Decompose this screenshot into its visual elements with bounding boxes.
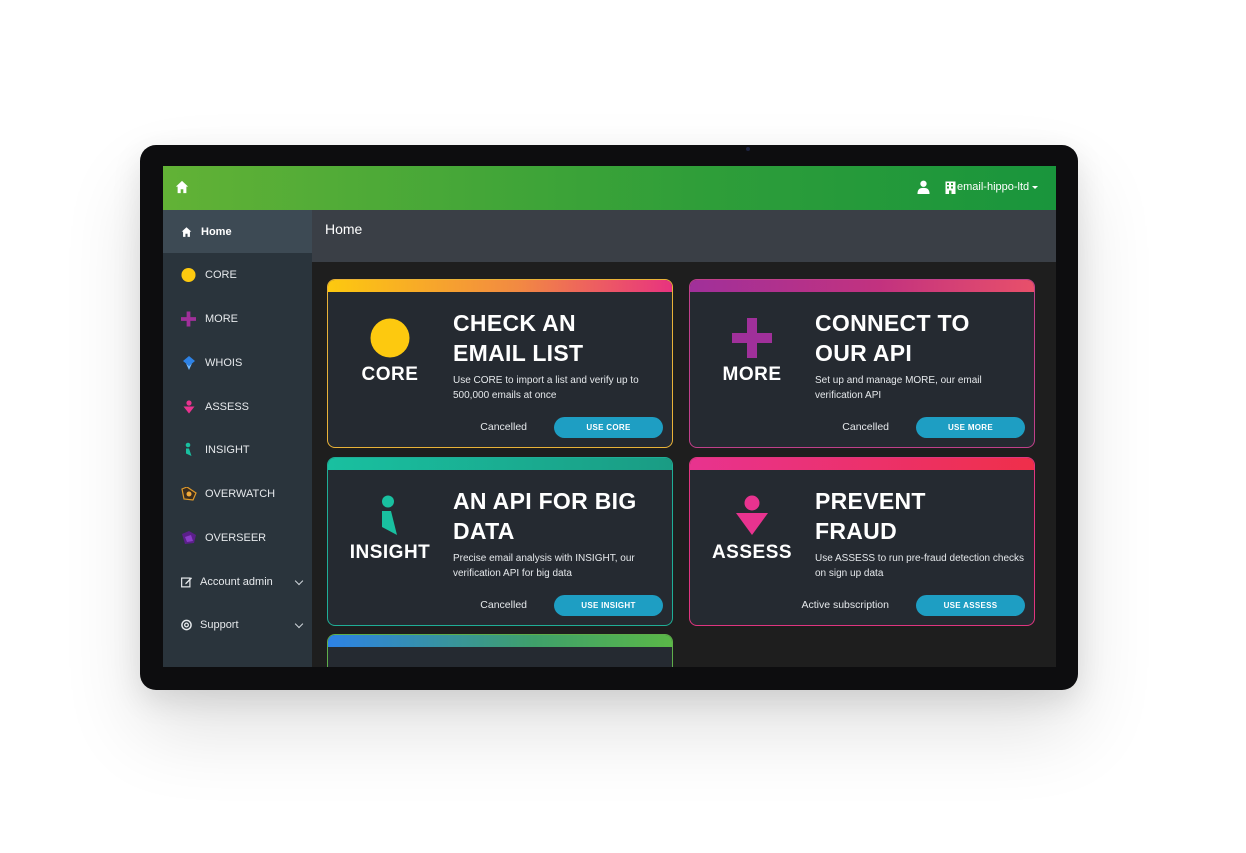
chevron-down-icon — [294, 576, 304, 586]
subscription-status: Cancelled — [480, 599, 527, 611]
card-heading-line: CONNECT TO — [815, 310, 970, 336]
sidebar-item-overseer[interactable]: OVERSEER — [163, 516, 312, 559]
card-more: MORE CONNECT TO OUR API Set up and manag… — [689, 279, 1035, 448]
sidebar-item-account-admin[interactable]: Account admin — [163, 560, 312, 603]
building-icon — [945, 181, 956, 194]
card-description: Precise email analysis with INSIGHT, our… — [453, 553, 635, 579]
user-icon[interactable] — [917, 180, 930, 194]
lifebuoy-icon — [181, 619, 192, 630]
sidebar-item-label: OVERSEER — [205, 531, 267, 544]
product-logo: INSIGHT — [328, 494, 452, 574]
card-description: Use CORE to import a list and verify up … — [453, 375, 639, 401]
sidebar-item-label: WHOIS — [205, 356, 243, 369]
product-logo: MORE — [690, 316, 814, 396]
card-assess: ASSESS PREVENT FRAUD Use ASSESS to run p… — [689, 457, 1035, 626]
sidebar-item-overwatch[interactable]: OVERWATCH — [163, 472, 312, 515]
product-logo: ASSESS — [690, 494, 814, 574]
camera-dot — [746, 147, 750, 151]
card-heading-line: PREVENT — [815, 488, 926, 514]
insight-icon — [382, 495, 397, 535]
core-circle-icon — [370, 318, 410, 358]
card-accent-bar — [328, 458, 672, 470]
product-name: MORE — [722, 364, 782, 385]
card-heading: AN API FOR BIG DATA — [453, 486, 668, 546]
card-insight: INSIGHT AN API FOR BIG DATA Precise emai… — [327, 457, 673, 626]
use-assess-button[interactable]: USE ASSESS — [916, 595, 1025, 616]
card-heading-line: AN API FOR BIG — [453, 488, 637, 514]
subscription-status: Active subscription — [801, 599, 889, 611]
card-heading-line: DATA — [453, 518, 515, 544]
card-heading: PREVENT FRAUD — [815, 486, 1030, 546]
product-logo: CORE — [328, 316, 452, 396]
sidebar-item-assess[interactable]: ASSESS — [163, 385, 312, 428]
product-name: CORE — [361, 364, 419, 385]
product-name: ASSESS — [711, 542, 793, 563]
card-description: Set up and manage MORE, our email verifi… — [815, 375, 982, 401]
card-partial — [327, 634, 673, 667]
account-name: email-hippo-ltd — [957, 181, 1030, 193]
overwatch-icon — [181, 486, 197, 501]
use-core-button[interactable]: USE CORE — [554, 417, 663, 438]
use-insight-button[interactable]: USE INSIGHT — [554, 595, 663, 616]
card-description: Use ASSESS to run pre-fraud detection ch… — [815, 553, 1024, 579]
sidebar-item-label: INSIGHT — [205, 443, 250, 456]
sidebar-item-home[interactable]: Home — [163, 210, 312, 253]
insight-icon — [185, 442, 193, 457]
product-name: INSIGHT — [349, 542, 431, 563]
account-menu[interactable]: email-hippo-ltd — [945, 179, 1039, 195]
sidebar-item-insight[interactable]: INSIGHT — [163, 428, 312, 471]
card-heading: CHECK AN EMAIL LIST — [453, 308, 668, 368]
card-accent-bar — [690, 280, 1034, 292]
stage: email-hippo-ltd Home CORE MORE WHOIS ASS… — [0, 0, 1246, 853]
card-heading-line: OUR API — [815, 340, 913, 366]
subscription-status: Cancelled — [480, 421, 527, 433]
app-screen: email-hippo-ltd Home CORE MORE WHOIS ASS… — [163, 166, 1056, 667]
more-plus-icon — [732, 318, 772, 358]
sidebar-item-more[interactable]: MORE — [163, 297, 312, 340]
sidebar-item-label: CORE — [205, 268, 237, 281]
sidebar-item-support[interactable]: Support — [163, 603, 312, 646]
top-bar: email-hippo-ltd — [163, 166, 1056, 210]
card-heading-line: FRAUD — [815, 518, 897, 544]
card-accent-bar — [328, 635, 672, 647]
assess-icon — [736, 495, 768, 535]
sidebar-item-label: Home — [201, 225, 232, 238]
overseer-icon — [181, 530, 197, 545]
home-icon — [181, 226, 192, 237]
caret-down-icon — [1032, 185, 1039, 189]
whois-diamond-icon — [183, 355, 195, 370]
sidebar-item-whois[interactable]: WHOIS — [163, 341, 312, 384]
sidebar-item-label: Support — [200, 618, 239, 631]
page-header: Home — [312, 210, 1056, 262]
monitor-frame: email-hippo-ltd Home CORE MORE WHOIS ASS… — [140, 145, 1078, 690]
card-accent-bar — [328, 280, 672, 292]
page-title: Home — [325, 221, 363, 237]
card-heading: CONNECT TO OUR API — [815, 308, 1030, 368]
sidebar-item-core[interactable]: CORE — [163, 253, 312, 296]
sidebar-item-label: OVERWATCH — [205, 487, 276, 500]
sidebar: Home CORE MORE WHOIS ASSESS INSIGHT OVER… — [163, 210, 312, 667]
assess-icon — [183, 399, 195, 414]
card-heading-line: CHECK AN — [453, 310, 576, 336]
sidebar-item-label: ASSESS — [205, 400, 250, 413]
more-plus-icon — [181, 311, 196, 326]
card-core: CORE CHECK AN EMAIL LIST Use CORE to imp… — [327, 279, 673, 448]
chevron-down-icon — [294, 619, 304, 629]
card-accent-bar — [690, 458, 1034, 470]
sidebar-item-label: Account admin — [200, 575, 273, 588]
use-more-button[interactable]: USE MORE — [916, 417, 1025, 438]
core-circle-icon — [181, 267, 196, 282]
edit-icon — [181, 576, 192, 587]
subscription-status: Cancelled — [842, 421, 889, 433]
card-heading-line: EMAIL LIST — [453, 340, 584, 366]
sidebar-item-label: MORE — [205, 312, 238, 325]
home-icon[interactable] — [175, 180, 189, 194]
